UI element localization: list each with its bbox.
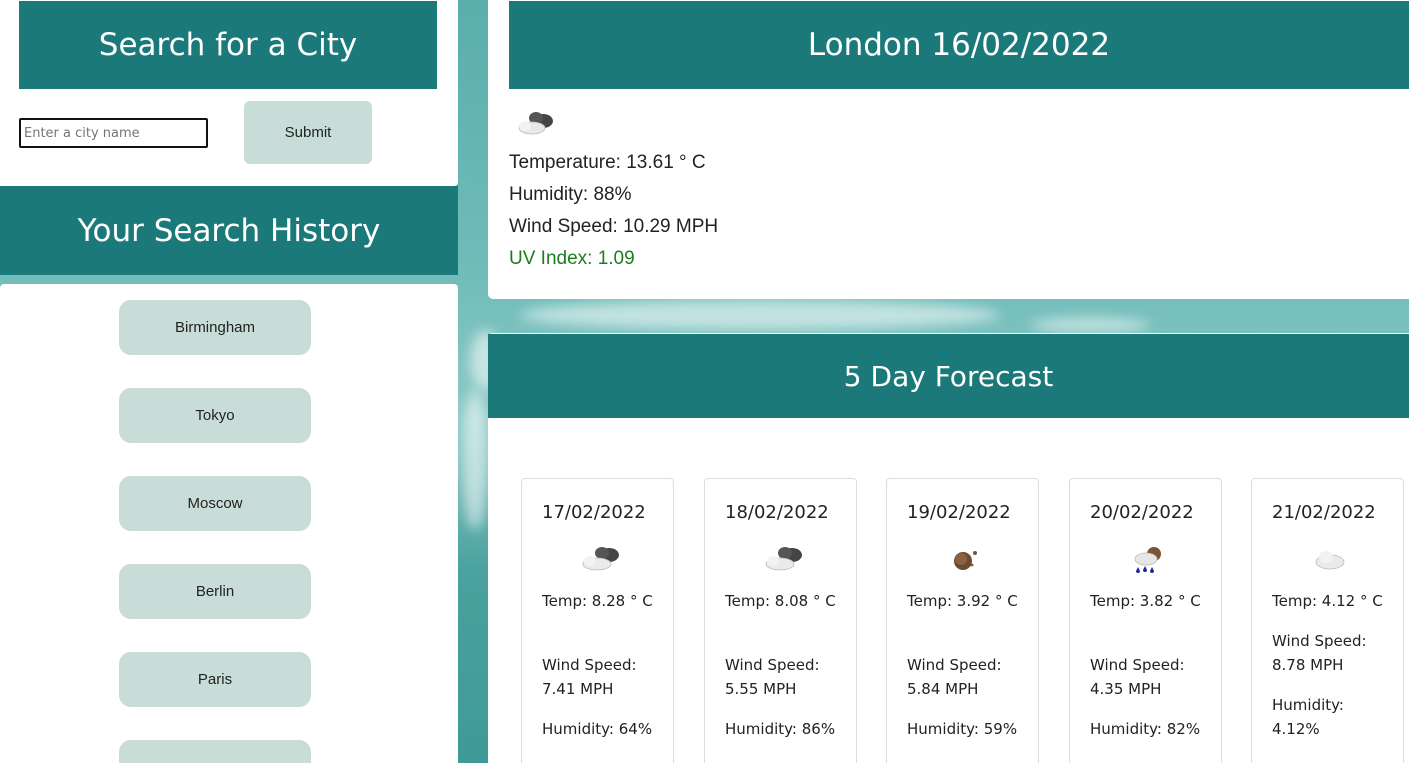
forecast-humidity: Humidity: 59%	[907, 720, 1018, 738]
search-history-list: Birmingham Tokyo Moscow Berlin Paris	[0, 284, 458, 763]
forecast-humidity: Humidity: 82%	[1090, 720, 1201, 738]
history-item-paris[interactable]: Paris	[119, 652, 311, 707]
search-panel: Search for a City Submit	[0, 0, 458, 186]
cloudy-icon	[518, 112, 553, 135]
forecast-wind: Wind Speed: 5.84 MPH	[907, 656, 1002, 698]
forecast-card: 21/02/2022 Temp: 4.12 ° C Wind Speed: 8.…	[1251, 478, 1404, 763]
forecast-card: 20/02/2022 Temp: 3.82 ° C Wind Speed: 4.…	[1069, 478, 1222, 763]
submit-button[interactable]: Submit	[244, 101, 372, 164]
forecast-temp: Temp: 3.92 ° C	[907, 592, 1018, 610]
sky-cloud	[1030, 318, 1150, 332]
broken-clouds-icon	[765, 547, 802, 571]
history-item-berlin[interactable]: Berlin	[119, 564, 311, 619]
forecast-temp: Temp: 8.08 ° C	[725, 592, 836, 610]
history-item-moscow[interactable]: Moscow	[119, 476, 311, 531]
history-item-partial[interactable]	[119, 740, 311, 763]
forecast-wind: Wind Speed: 8.78 MPH	[1272, 632, 1367, 674]
search-history-title: Your Search History	[0, 186, 458, 275]
cloud-icon	[1315, 551, 1345, 570]
current-wind-speed: Wind Speed: 10.29 MPH	[509, 216, 719, 237]
current-uv-index: UV Index: 1.09	[509, 248, 635, 269]
broken-clouds-icon	[582, 547, 619, 571]
forecast-card: 17/02/2022 Temp: 8.28 ° C Wind Speed: 7.…	[521, 478, 674, 763]
current-city-title: London 16/02/2022	[509, 1, 1409, 89]
forecast-temp: Temp: 4.12 ° C	[1272, 592, 1383, 610]
forecast-humidity: Humidity: 64%	[542, 720, 653, 738]
forecast-temp: Temp: 3.82 ° C	[1090, 592, 1201, 610]
forecast-wind: Wind Speed: 7.41 MPH	[542, 656, 637, 698]
current-temperature: Temperature: 13.61 ° C	[509, 152, 706, 173]
forecast-date: 21/02/2022	[1272, 502, 1376, 523]
sky-cloud	[520, 300, 1000, 330]
rain-icon	[1134, 547, 1161, 573]
history-item-tokyo[interactable]: Tokyo	[119, 388, 311, 443]
current-humidity: Humidity: 88%	[509, 184, 632, 205]
search-title: Search for a City	[19, 1, 437, 89]
moon-icon	[954, 551, 977, 570]
city-search-input[interactable]	[19, 118, 208, 148]
forecast-card: 18/02/2022 Temp: 8.08 ° C Wind Speed: 5.…	[704, 478, 857, 763]
forecast-panel: 5 Day Forecast 17/02/2022 Temp: 8.28 ° C…	[488, 333, 1409, 763]
forecast-title: 5 Day Forecast	[488, 334, 1409, 418]
forecast-card: 19/02/2022 Temp: 3.92 ° C Wind Speed: 5.…	[886, 478, 1039, 763]
forecast-date: 18/02/2022	[725, 502, 829, 523]
forecast-temp: Temp: 8.28 ° C	[542, 592, 653, 610]
forecast-humidity: Humidity: 4.12%	[1272, 696, 1344, 738]
forecast-date: 17/02/2022	[542, 502, 646, 523]
history-item-birmingham[interactable]: Birmingham	[119, 300, 311, 355]
forecast-date: 19/02/2022	[907, 502, 1011, 523]
forecast-wind: Wind Speed: 4.35 MPH	[1090, 656, 1185, 698]
forecast-humidity: Humidity: 86%	[725, 720, 836, 738]
sky-cloud	[462, 390, 488, 530]
current-weather-panel: London 16/02/2022 Temperature: 13.61 ° C…	[488, 0, 1409, 299]
forecast-date: 20/02/2022	[1090, 502, 1194, 523]
forecast-wind: Wind Speed: 5.55 MPH	[725, 656, 820, 698]
